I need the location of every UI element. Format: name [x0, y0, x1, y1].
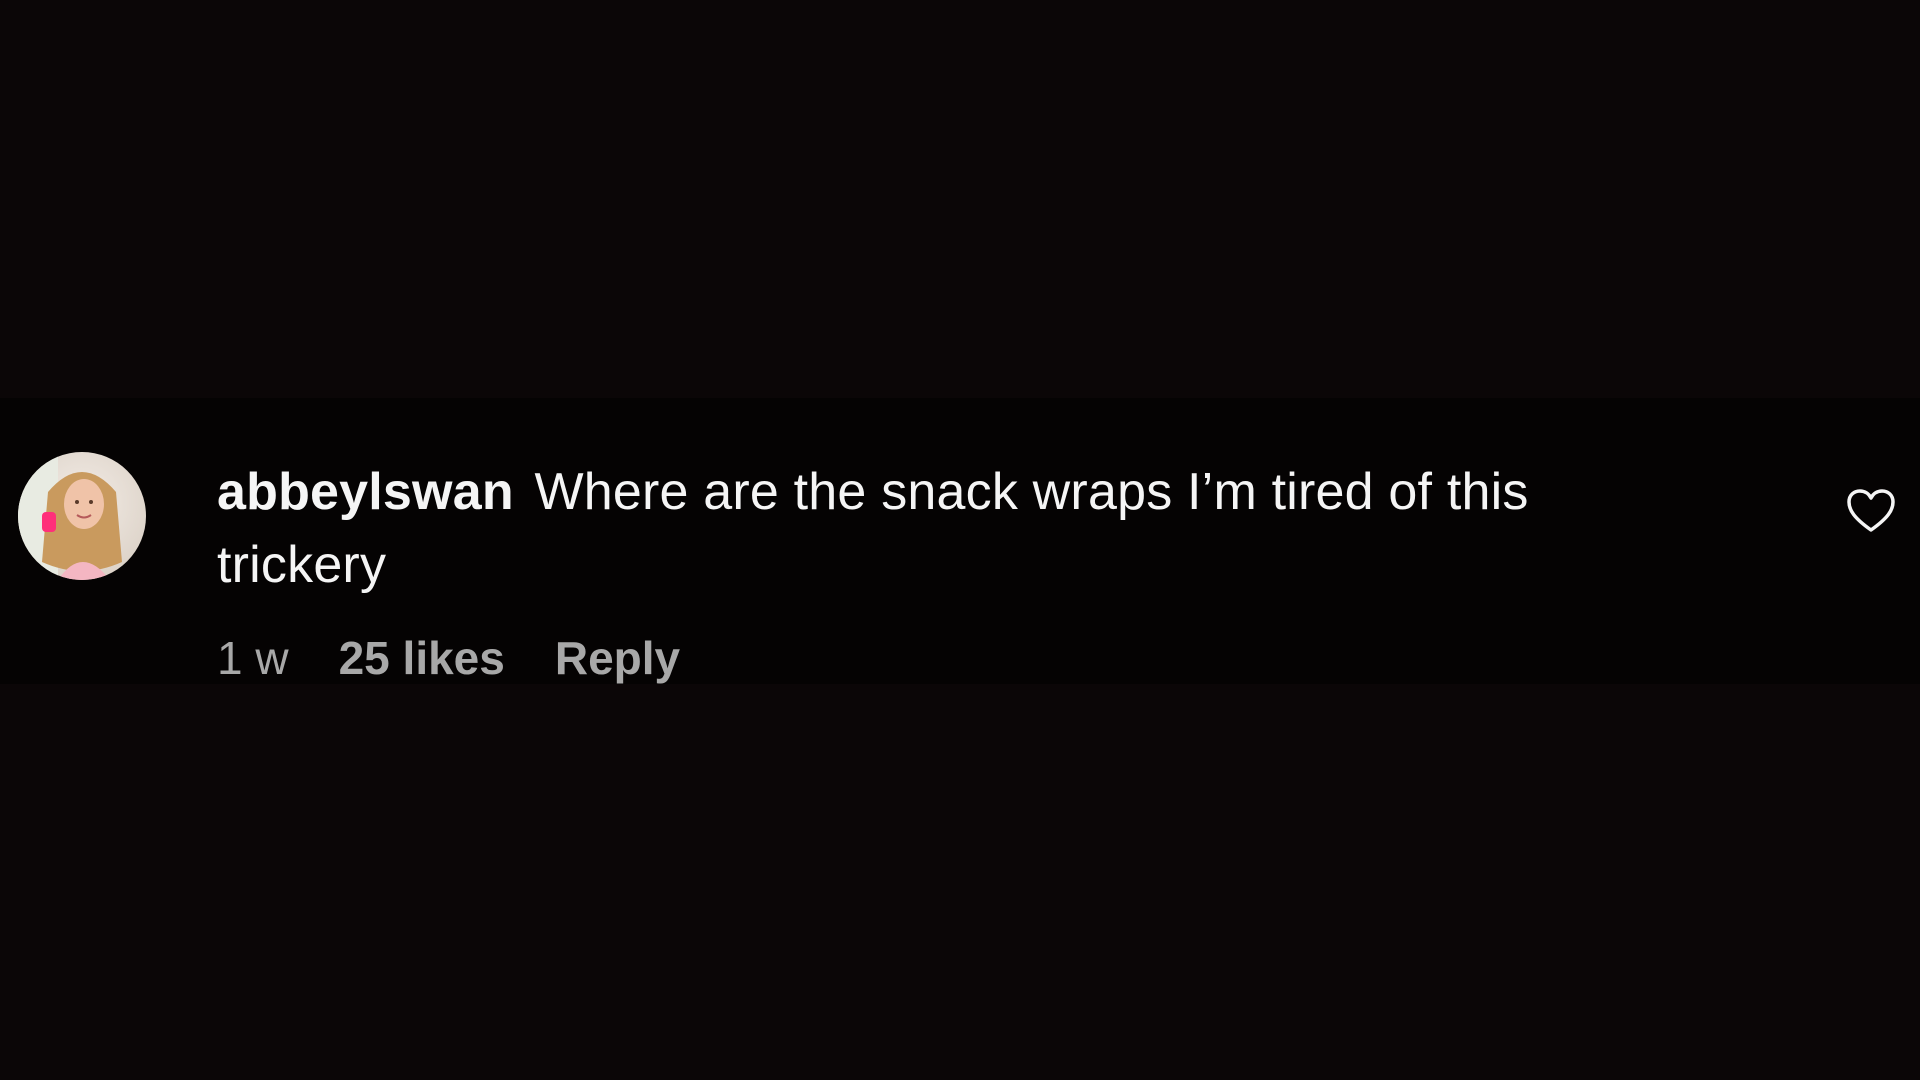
- comment-text-block: abbeylswan Where are the snack wraps I’m…: [217, 456, 1697, 602]
- comment-time: 1 w: [217, 632, 289, 684]
- comment-username[interactable]: abbeylswan: [217, 463, 514, 521]
- reply-button[interactable]: Reply: [555, 628, 680, 688]
- comment-likes-count[interactable]: 25 likes: [339, 628, 505, 688]
- avatar[interactable]: [18, 452, 146, 580]
- comment-meta: 1 w 25 likes Reply: [217, 628, 680, 688]
- like-button[interactable]: [1846, 488, 1896, 534]
- avatar-image: [18, 452, 146, 580]
- heart-outline-icon: [1847, 489, 1895, 532]
- comment-screen: abbeylswan Where are the snack wraps I’m…: [0, 0, 1920, 1080]
